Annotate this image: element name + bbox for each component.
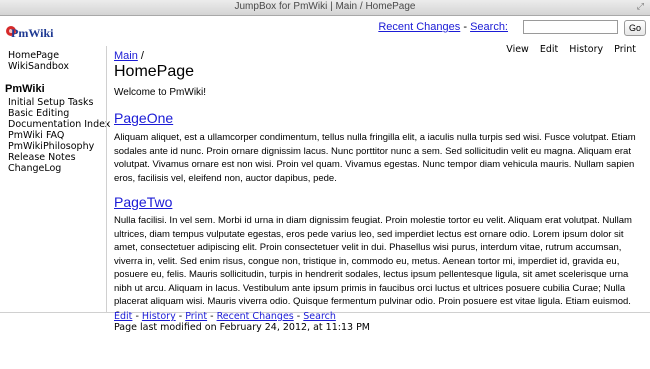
footer-dash-2: -: [178, 311, 183, 322]
section-heading-pageone[interactable]: PageOne: [114, 110, 173, 126]
search-link[interactable]: Search:: [470, 21, 508, 33]
footer-search-link[interactable]: Search: [303, 311, 336, 322]
welcome-text: Welcome to PmWiki!: [114, 87, 207, 98]
action-edit[interactable]: Edit: [540, 44, 558, 55]
fullscreen-icon[interactable]: ⤢: [637, 1, 644, 12]
sidebar-item-documentation-index[interactable]: Documentation Index: [8, 119, 110, 130]
sidebar-item-homepage[interactable]: HomePage: [8, 50, 59, 61]
footer-print-link[interactable]: Print: [185, 311, 207, 322]
header-links: Recent Changes - Search:: [378, 21, 508, 33]
header-dash: -: [463, 21, 468, 33]
sidebar: HomePage WikiSandbox PmWiki Initial Setu…: [0, 46, 110, 313]
action-print[interactable]: Print: [614, 44, 636, 55]
footer-dash-1: -: [135, 311, 139, 322]
breadcrumb: Main /: [114, 50, 144, 62]
search-input[interactable]: [523, 20, 618, 34]
main-content: View Edit History Print Main / HomePage …: [114, 44, 644, 321]
footer-edit-link[interactable]: Edit: [114, 311, 132, 322]
window-titlebar: JumpBox for PmWiki | Main / HomePage ⤢: [0, 0, 650, 16]
section-text-pageone: Aliquam aliquet, est a ullamcorper condi…: [114, 132, 636, 184]
sidebar-heading: PmWiki: [5, 83, 45, 95]
page-actions: View Edit History Print: [498, 44, 636, 55]
breadcrumb-sep: /: [137, 50, 144, 62]
breadcrumb-main-link[interactable]: Main: [114, 50, 138, 62]
sidebar-divider: [106, 46, 107, 313]
action-view[interactable]: View: [506, 44, 529, 55]
sidebar-item-changelog[interactable]: ChangeLog: [8, 163, 61, 174]
sidebar-item-faq[interactable]: PmWiki FAQ: [8, 130, 64, 141]
page-footer: Edit - History - Print - Recent Changes …: [0, 311, 650, 369]
page-title: HomePage: [114, 63, 195, 80]
window-title: JumpBox for PmWiki | Main / HomePage: [234, 1, 416, 12]
footer-dash-3: -: [210, 311, 214, 322]
last-modified-text: Page last modified on February 24, 2012,…: [114, 322, 370, 333]
footer-links: Edit - History - Print - Recent Changes …: [114, 311, 336, 322]
footer-recent-changes-link[interactable]: Recent Changes: [217, 311, 294, 322]
section-text-pagetwo: Nulla facilisi. In vel sem. Morbi id urn…: [114, 215, 632, 321]
go-button[interactable]: Go: [624, 20, 646, 36]
sidebar-item-basic-editing[interactable]: Basic Editing: [8, 108, 69, 119]
recent-changes-link[interactable]: Recent Changes: [378, 21, 460, 33]
sidebar-item-philosophy[interactable]: PmWikiPhilosophy: [8, 141, 94, 152]
sidebar-item-wikisandbox[interactable]: WikiSandbox: [8, 61, 69, 72]
footer-history-link[interactable]: History: [142, 311, 176, 322]
action-history[interactable]: History: [569, 44, 603, 55]
section-heading-pagetwo[interactable]: PageTwo: [114, 194, 172, 210]
pmwiki-logo[interactable]: PmWiki: [5, 23, 65, 43]
site-header: PmWiki Recent Changes - Search: Go: [0, 16, 650, 46]
sidebar-item-initial-setup[interactable]: Initial Setup Tasks: [8, 97, 93, 108]
sidebar-item-release-notes[interactable]: Release Notes: [8, 152, 76, 163]
logo-text: PmWiki: [11, 26, 54, 40]
footer-dash-4: -: [296, 311, 301, 322]
